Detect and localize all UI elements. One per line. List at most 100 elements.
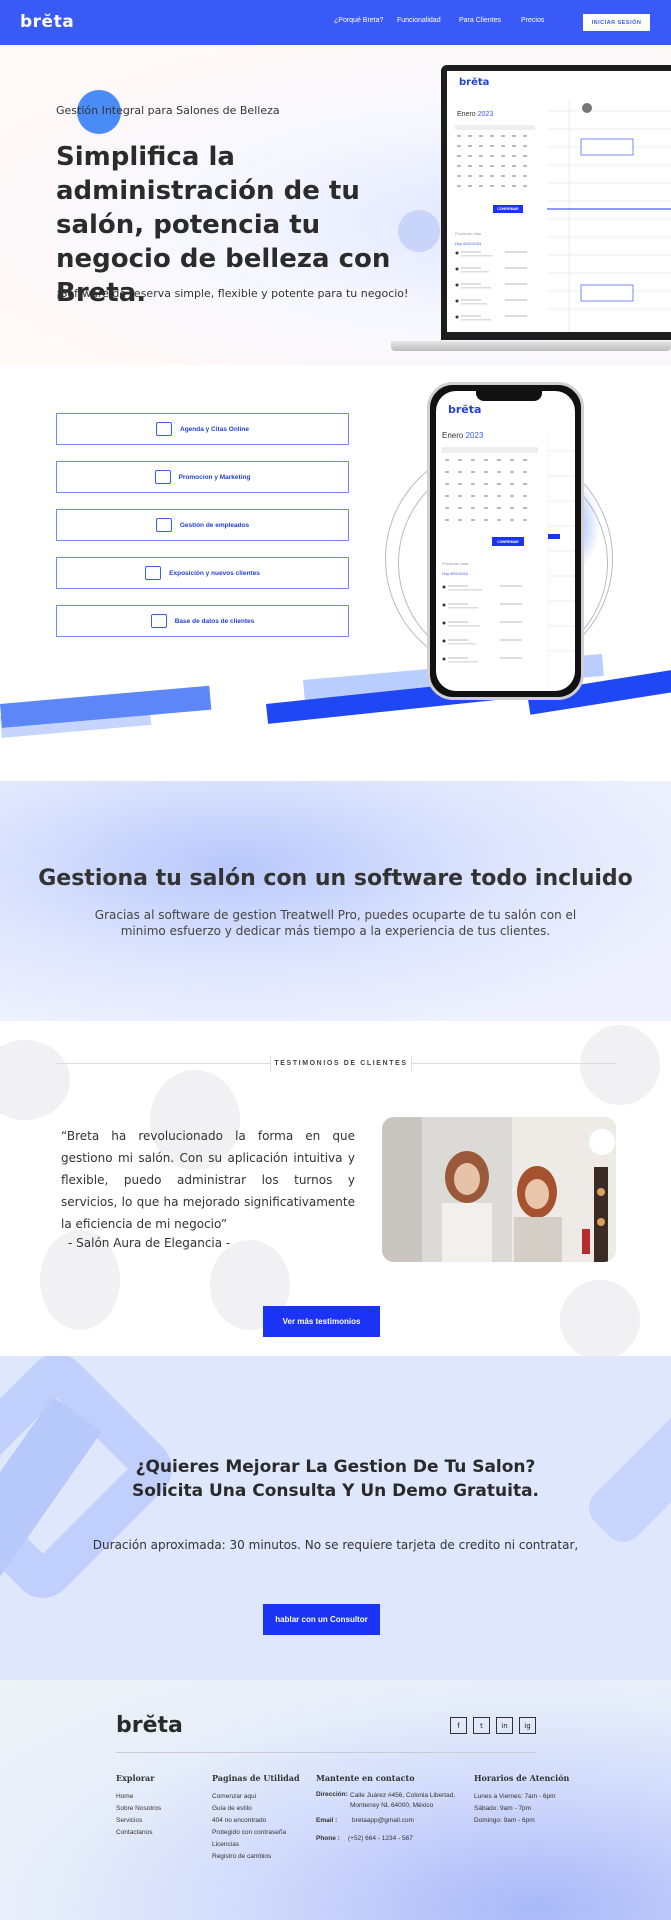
- nav-link-precios[interactable]: Precios: [521, 17, 544, 24]
- nav-link-clientes[interactable]: Para Clientes: [459, 17, 501, 24]
- testimonial-photo: [382, 1117, 616, 1262]
- calendar-day: [458, 471, 462, 473]
- mock-month: Enero 2023: [457, 111, 494, 118]
- feature-empleados[interactable]: Gestión de empleados: [56, 509, 349, 541]
- calendar-day: [501, 155, 505, 157]
- calendar-day: [445, 495, 449, 497]
- footer-link[interactable]: Servicios: [116, 1817, 142, 1824]
- footer-link[interactable]: Sobre Nosotros: [116, 1805, 161, 1812]
- calendar-day: [458, 507, 462, 509]
- footer-link[interactable]: Licencias: [212, 1841, 239, 1848]
- all-included-title: Gestiona tu salón con un software todo i…: [38, 866, 633, 891]
- feature-label: Gestión de empleados: [179, 521, 250, 529]
- laptop-mockup: brĕta Enero 2023 CONFIRMAR Próximas cita…: [441, 65, 671, 340]
- calendar-day: [484, 471, 488, 473]
- calendar-day: [523, 145, 527, 147]
- footer-link[interactable]: Guia de estilo: [212, 1805, 252, 1812]
- calendar-day: [457, 165, 461, 167]
- testimonial-author: - Salón Aura de Elegancia -: [68, 1236, 231, 1250]
- testimonial-quote: “Breta ha revolucionado la forma en que …: [61, 1129, 355, 1231]
- calendar-day: [501, 175, 505, 177]
- footer-link[interactable]: Home: [116, 1793, 133, 1800]
- footer-heading-explorar: Explorar: [116, 1773, 155, 1783]
- nav-link-funcionalidad[interactable]: Funcionalidad: [397, 17, 441, 24]
- calendar-day: [501, 165, 505, 167]
- feature-base-datos[interactable]: Base de datos de clientes: [56, 605, 349, 637]
- footer-link[interactable]: Protegido con contraseña: [212, 1829, 286, 1836]
- divider-line: [56, 1063, 270, 1064]
- calendar-day: [445, 459, 449, 461]
- hero-subtitle: ¡Software de reserva simple, flexible y …: [56, 287, 409, 300]
- footer-link[interactable]: Registro de cambios: [212, 1853, 271, 1860]
- calendar-day: [512, 175, 516, 177]
- calendar-day: [484, 507, 488, 509]
- calendar-day: [510, 459, 514, 461]
- calendar-day: [523, 471, 527, 473]
- mock-logo: brĕta: [459, 77, 490, 88]
- calendar-day: [457, 135, 461, 137]
- phone-value[interactable]: (+52) 664 - 1234 - 567: [348, 1835, 413, 1842]
- linkedin-icon[interactable]: in: [496, 1717, 513, 1734]
- footer-link[interactable]: Comenzar aqui: [212, 1793, 256, 1800]
- calendar-day: [471, 483, 475, 485]
- calendar-day: [510, 507, 514, 509]
- calendar-day: [497, 519, 501, 521]
- calendar-day: [479, 165, 483, 167]
- breta-logo[interactable]: brĕta: [20, 12, 74, 32]
- testimonials-label: TESTIMONIOS DE CLIENTES: [270, 1056, 412, 1071]
- hero-eyebrow: Gestión Integral para Salones de Belleza: [56, 104, 280, 117]
- mock-confirm-button: CONFIRMAR: [493, 205, 523, 213]
- phone-mockup: brĕta Enero 2023 CONFIRMAR Próximas cita…: [427, 382, 584, 700]
- feature-agenda[interactable]: Agenda y Citas Online: [56, 413, 349, 445]
- calendar-day: [523, 175, 527, 177]
- calendar-day: [457, 145, 461, 147]
- feature-marketing[interactable]: Promocion y Marketing: [56, 461, 349, 493]
- calendar-day: [523, 165, 527, 167]
- calendar-day: [458, 483, 462, 485]
- hours-item: Lunes a Viernes: 7am - 6pm: [474, 1793, 556, 1800]
- calendar-day: [471, 507, 475, 509]
- customer-icon: [145, 566, 162, 580]
- instagram-icon[interactable]: ig: [519, 1717, 536, 1734]
- login-button[interactable]: INICIAR SESIÓN: [583, 14, 650, 31]
- footer: [0, 1680, 671, 1920]
- footer-logo[interactable]: brĕta: [116, 1713, 183, 1738]
- calendar-day: [471, 471, 475, 473]
- phone-calendar-grid: [442, 447, 538, 521]
- feature-exposicion[interactable]: Exposición y nuevos clientes: [56, 557, 349, 589]
- calendar-day: [523, 483, 527, 485]
- database-icon: [150, 614, 167, 628]
- mock-upcoming-label: Próximas citas: [455, 231, 482, 236]
- more-testimonials-button[interactable]: Ver más testimonios: [263, 1306, 380, 1337]
- calendar-day: [523, 495, 527, 497]
- calendar-day: [512, 165, 516, 167]
- footer-link[interactable]: Contactanos: [116, 1829, 153, 1836]
- laptop-base: [391, 341, 671, 351]
- hero-title: Simplifica la administración de tu salón…: [56, 142, 391, 308]
- phone-label: Phone :: [316, 1835, 340, 1842]
- decor-blob: [580, 1025, 660, 1105]
- calendar-day: [523, 185, 527, 187]
- calendar-day: [457, 155, 461, 157]
- twitter-icon[interactable]: t: [473, 1717, 490, 1734]
- calendar-day: [468, 135, 472, 137]
- calendar-day: [497, 459, 501, 461]
- phone-upcoming-label: Próximas citas: [442, 561, 469, 566]
- phone-notch: [476, 391, 542, 401]
- calendar-day: [510, 495, 514, 497]
- consultant-button[interactable]: hablar con un Consultor: [263, 1604, 380, 1635]
- phone-schedule: [548, 431, 575, 691]
- calendar-day: [512, 155, 516, 157]
- footer-link[interactable]: 404 no encontrado: [212, 1817, 266, 1824]
- mock-appointment-list: [455, 251, 527, 321]
- feature-label: Exposición y nuevos clientes: [169, 569, 260, 577]
- divider-line: [412, 1063, 616, 1064]
- calendar-day: [484, 483, 488, 485]
- nav-link-porque[interactable]: ¿Porqué Breta?: [334, 17, 383, 24]
- facebook-icon[interactable]: f: [450, 1717, 467, 1734]
- calendar-day: [457, 175, 461, 177]
- email-value[interactable]: bretaapp@gmail.com: [352, 1817, 414, 1824]
- calendar-day: [490, 145, 494, 147]
- feature-label: Agenda y Citas Online: [180, 425, 249, 433]
- calendar-day: [523, 135, 527, 137]
